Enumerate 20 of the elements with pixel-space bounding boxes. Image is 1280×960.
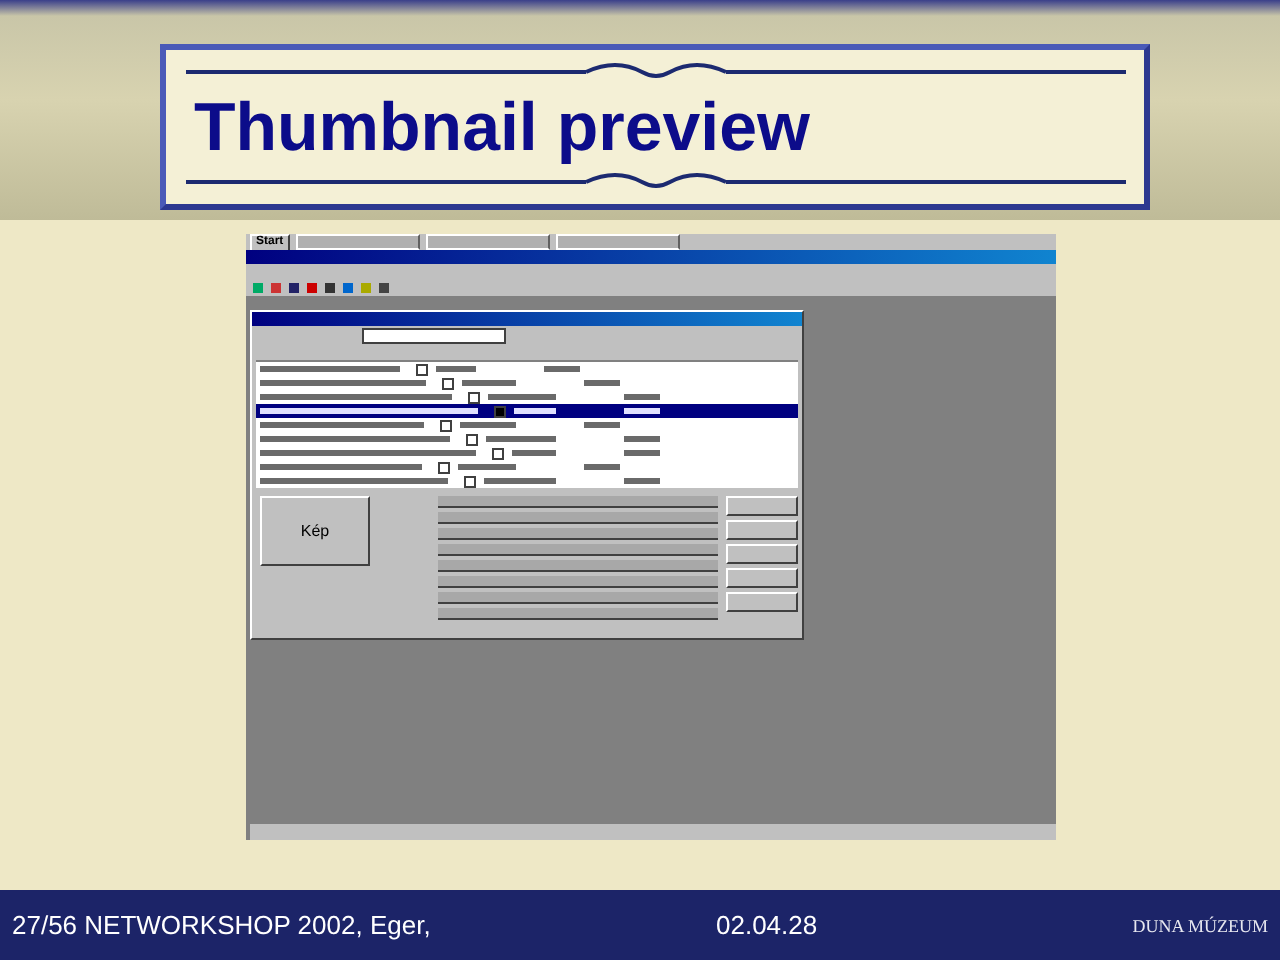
record-field[interactable] [438,560,718,572]
image-button[interactable]: Kép [260,496,370,566]
record-field[interactable] [438,576,718,588]
dialog-button[interactable] [726,592,798,612]
dialog-button[interactable] [726,496,798,516]
footer-date: 02.04.28 [716,910,818,940]
record-field[interactable] [438,544,718,556]
dialog-button[interactable] [726,568,798,588]
dialog-button[interactable] [726,520,798,540]
museum-logo: DUNA MÚZEUM [1132,915,1268,935]
record-field[interactable] [438,608,718,620]
search-field[interactable] [362,327,506,343]
record-field[interactable] [438,528,718,540]
table-row[interactable] [256,404,798,418]
record-field[interactable] [438,496,718,508]
footer-text: 27/56 NETWORKSHOP 2002, Eger, [12,910,433,940]
record-field[interactable] [438,592,718,604]
record-field[interactable] [438,512,718,524]
dialog-button[interactable] [726,544,798,564]
slide-title: Thumbnail preview [194,89,812,165]
